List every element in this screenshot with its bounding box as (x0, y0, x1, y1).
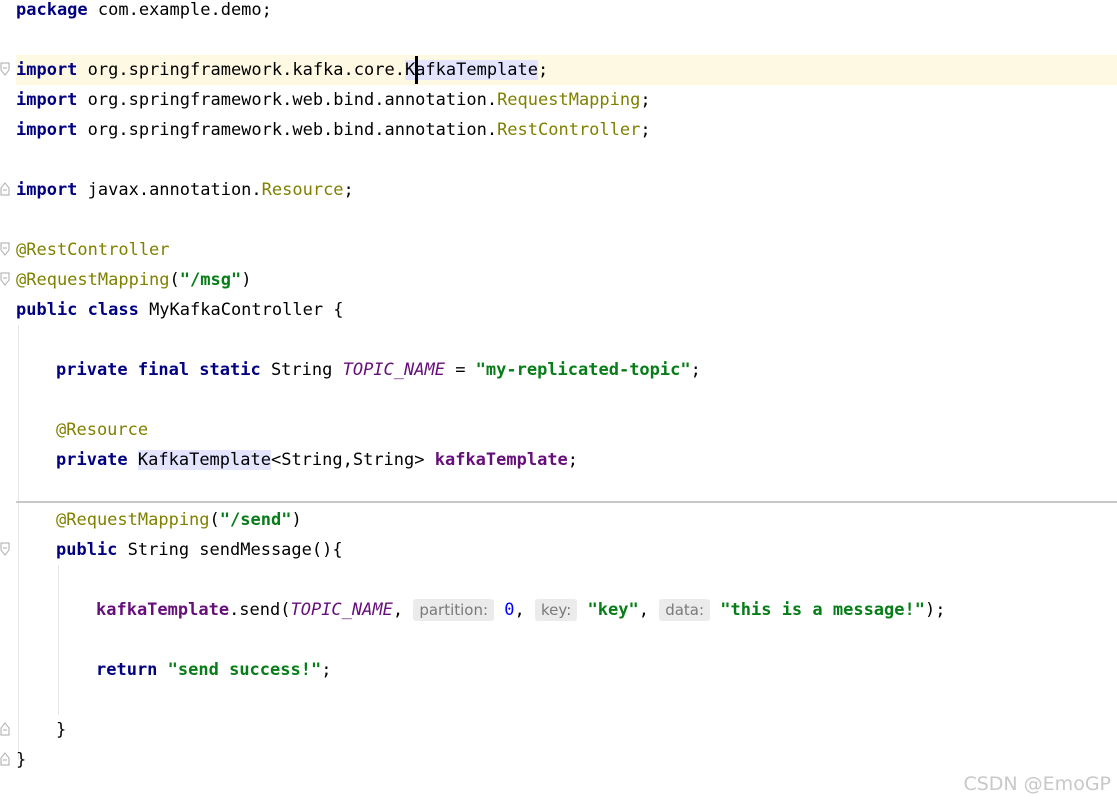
code-line-5[interactable]: import org.springframework.web.bind.anno… (16, 115, 1117, 145)
code-line-25[interactable]: } (16, 715, 1117, 745)
indent-guide (58, 565, 59, 715)
fold-icon[interactable] (0, 182, 10, 196)
code-line-15[interactable]: @Resource (16, 415, 1117, 445)
code-line-10[interactable]: @RequestMapping("/msg") (16, 265, 1117, 295)
code-line-11[interactable]: public class MyKafkaController { (16, 295, 1117, 325)
fold-icon[interactable] (0, 752, 10, 766)
watermark: CSDN @EmoGP (963, 773, 1111, 795)
code-line-23[interactable]: return "send success!"; (16, 655, 1117, 685)
code-line-19[interactable]: public String sendMessage(){ (16, 535, 1117, 565)
code-line-16[interactable]: private KafkaTemplate<String,String> kaf… (16, 445, 1117, 475)
code-line-18[interactable]: @RequestMapping("/send") (16, 505, 1117, 535)
code-line-4[interactable]: import org.springframework.web.bind.anno… (16, 85, 1117, 115)
code-line-13[interactable]: private final static String TOPIC_NAME =… (16, 355, 1117, 385)
fold-icon[interactable] (0, 62, 10, 76)
code-line-9[interactable]: @RestController (16, 235, 1117, 265)
class-name-usage: KafkaTemplate (137, 450, 271, 470)
editor-gutter (0, 0, 16, 803)
code-line-26[interactable]: } (16, 745, 1117, 775)
code-line-3[interactable]: import org.springframework.kafka.core.Ka… (16, 55, 1117, 85)
param-hint-partition: partition: (413, 599, 495, 621)
code-line-21[interactable]: kafkaTemplate.send(TOPIC_NAME, partition… (16, 595, 1117, 625)
param-hint-data: data: (659, 599, 711, 621)
fold-icon[interactable] (0, 242, 10, 256)
param-hint-key: key: (535, 599, 578, 621)
method-separator (16, 501, 1117, 503)
code-line-1[interactable]: package com.example.demo; (16, 0, 1117, 25)
fold-icon[interactable] (0, 722, 10, 736)
code-line-7[interactable]: import javax.annotation.Resource; (16, 175, 1117, 205)
fold-icon[interactable] (0, 542, 10, 556)
fold-icon[interactable] (0, 272, 10, 286)
class-name-usage: KafkaTemplate (404, 56, 539, 84)
